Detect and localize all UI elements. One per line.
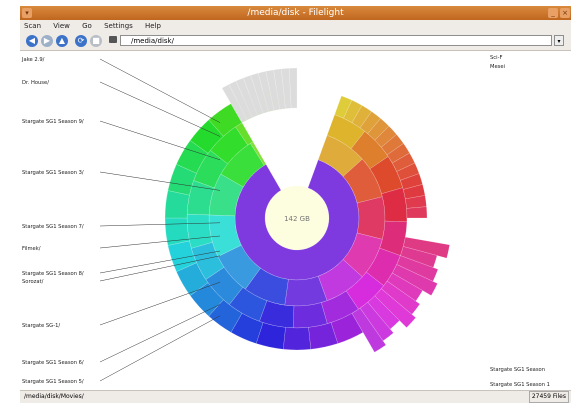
ring-segment[interactable] [292, 302, 328, 329]
ring-segment[interactable] [186, 213, 213, 249]
window-title: /media/disk - Filelight [247, 8, 344, 18]
menu-view[interactable]: View [53, 22, 70, 30]
menu-settings[interactable]: Settings [104, 22, 133, 30]
forward-icon[interactable]: ▶ [41, 35, 53, 47]
center-label: 142 GB [284, 215, 310, 223]
ring-segment[interactable] [282, 327, 312, 351]
ring-segment[interactable] [164, 190, 190, 219]
menu-scan[interactable]: Scan [24, 22, 41, 30]
left-label: Stargate SG1 Season 3/ [22, 170, 84, 176]
left-label: Stargate SG1 Season 6/ [22, 360, 84, 366]
radial-map-canvas[interactable]: Jake 2.9/Dr. House/Stargate SG1 Season 9… [20, 51, 571, 390]
right-label: Stargate SG1 Season [490, 367, 545, 373]
up-icon[interactable]: ▲ [56, 35, 68, 47]
left-label: Dr. House/ [22, 80, 49, 86]
left-label: Filmek/ [22, 246, 41, 252]
label-leader-line [99, 81, 221, 137]
title-bar: ▾ /media/disk - Filelight _ × [20, 6, 571, 20]
folder-icon [109, 36, 117, 43]
toolbar: ◀ ▶ ▲ ⟳ ■ /media/disk/ ▾ [20, 32, 571, 51]
minimize-icon[interactable]: _ [548, 8, 558, 18]
right-label: Sci-F [490, 55, 502, 61]
window-menu-icon[interactable]: ▾ [22, 8, 32, 18]
left-label: Jake 2.9/ [21, 57, 45, 63]
label-leader-line [99, 304, 221, 363]
left-label: Stargate SG1 Season 8/ [22, 271, 84, 277]
left-label: Stargate SG-1/ [22, 323, 60, 329]
address-input[interactable]: /media/disk/ [120, 35, 552, 46]
close-icon[interactable]: × [560, 8, 570, 18]
radial-map[interactable]: Jake 2.9/Dr. House/Stargate SG1 Season 9… [20, 51, 571, 390]
rescan-icon[interactable]: ⟳ [75, 35, 87, 47]
right-label: Mesei [490, 64, 505, 70]
left-label: Stargate SG1 Season 5/ [22, 379, 84, 385]
menu-bar: Scan View Go Settings Help [20, 20, 571, 32]
label-leader-line [99, 58, 221, 123]
status-bar: /media/disk/Movies/ 27459 Files [20, 390, 571, 403]
left-label: Sorozat/ [22, 279, 44, 285]
right-label: Stargate SG1 Season 1 [490, 382, 550, 388]
menu-help[interactable]: Help [145, 22, 161, 30]
address-dropdown-icon[interactable]: ▾ [554, 35, 564, 46]
status-file-count: 27459 Files [528, 391, 569, 403]
back-icon[interactable]: ◀ [26, 35, 38, 47]
status-path: /media/disk/Movies/ [24, 393, 84, 400]
ring-segment[interactable] [356, 196, 386, 240]
ring-segment[interactable] [381, 187, 408, 223]
stop-icon[interactable]: ■ [90, 35, 102, 47]
menu-go[interactable]: Go [82, 22, 92, 30]
left-label: Stargate SG1 Season 7/ [22, 224, 84, 230]
label-leader-line [99, 315, 221, 382]
left-label: Stargate SG1 Season 9/ [22, 119, 84, 125]
ring-segment[interactable] [406, 206, 428, 219]
